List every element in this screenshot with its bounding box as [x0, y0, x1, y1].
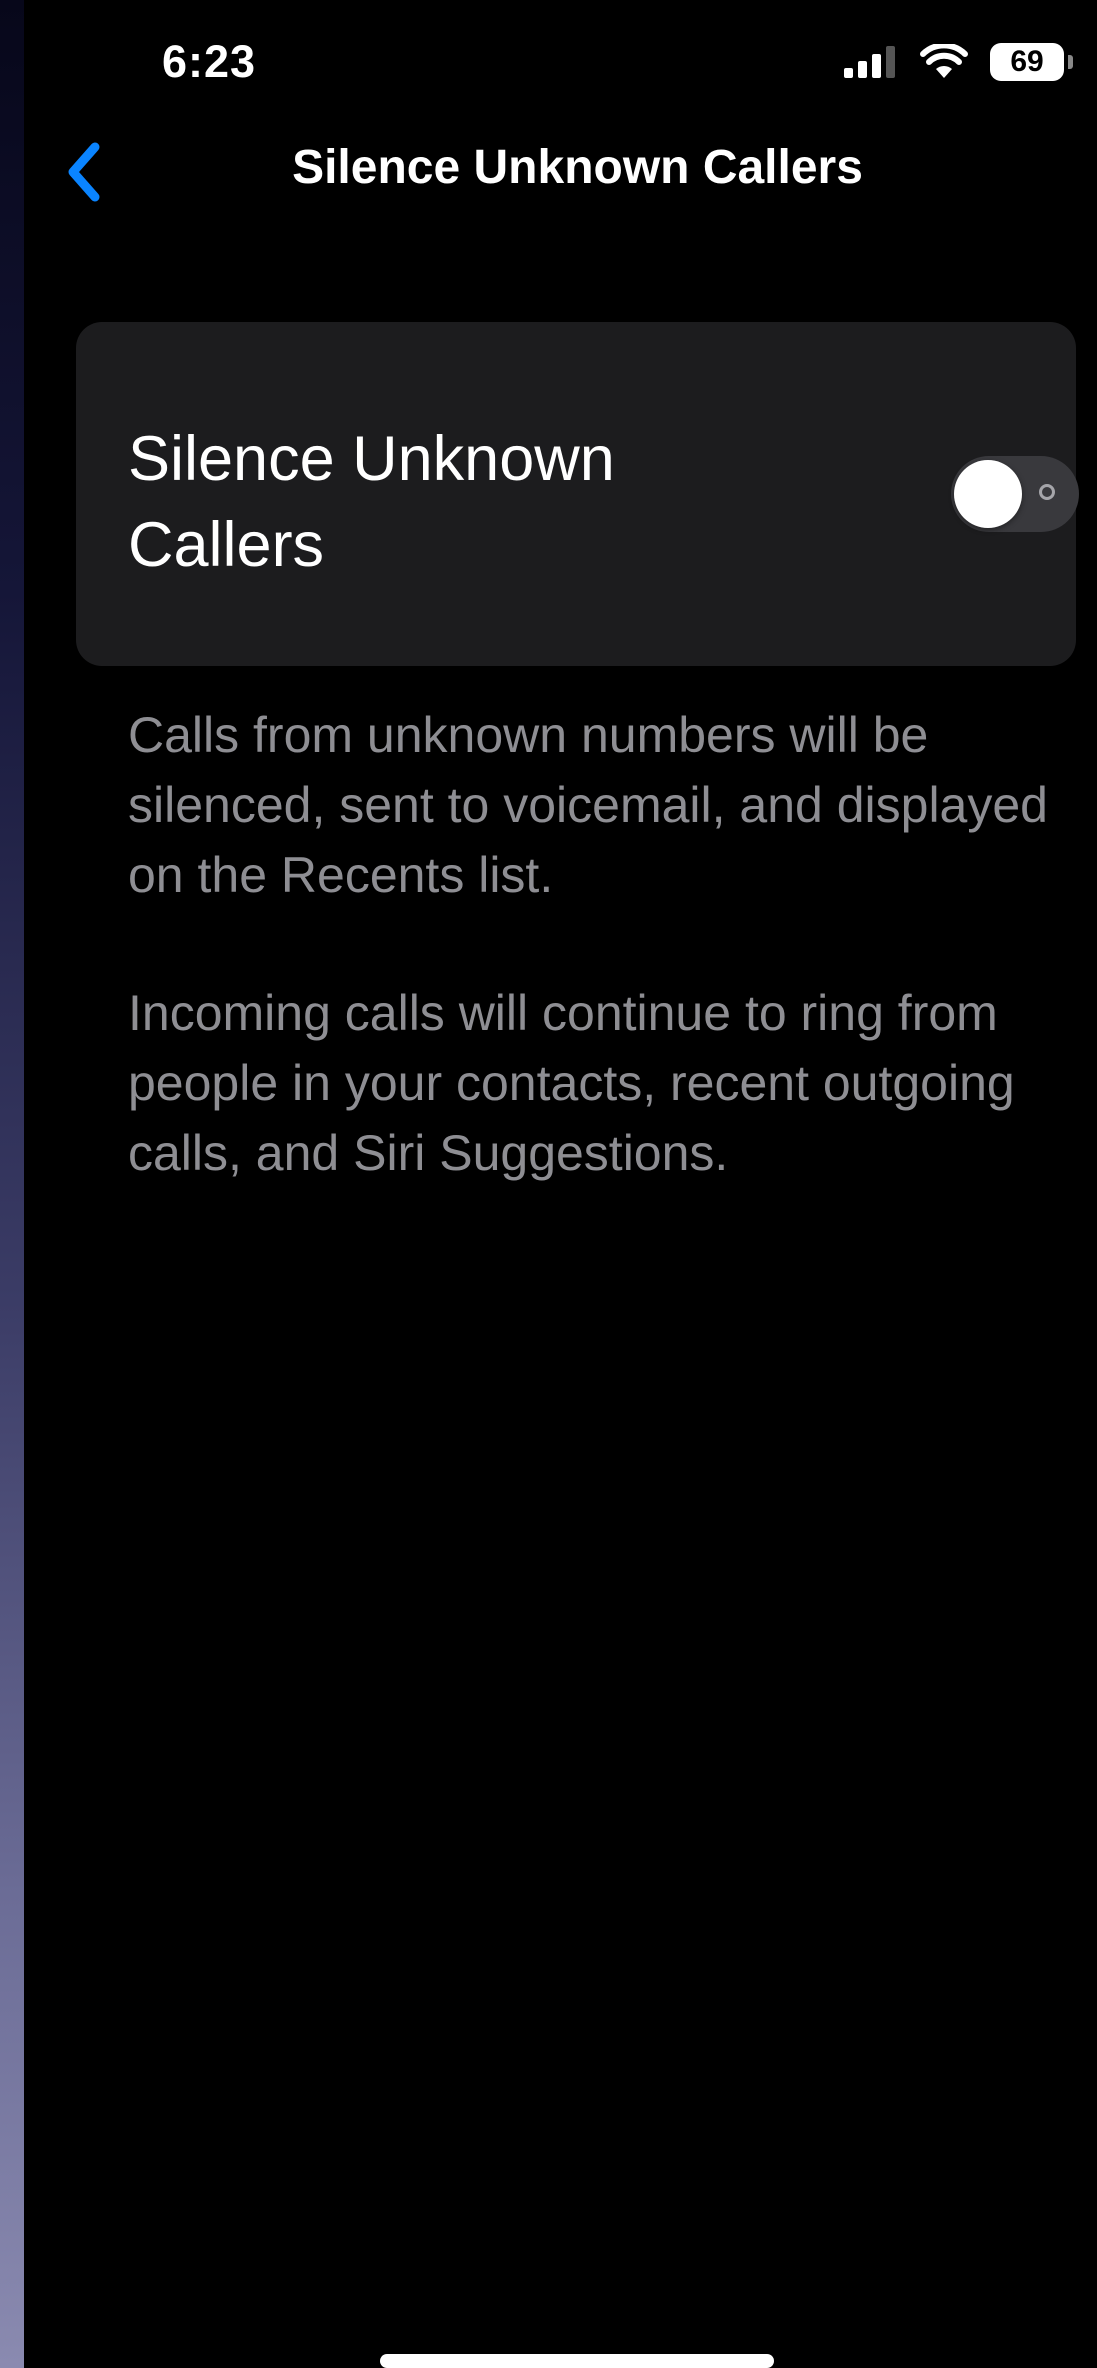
settings-card: Silence Unknown Callers — [76, 322, 1079, 666]
wifi-icon — [920, 44, 968, 78]
setting-label: Silence Unknown Callers — [128, 424, 615, 580]
status-time: 6:23 — [162, 36, 257, 87]
footer-description: Calls from unknown numbers will be silen… — [128, 707, 1048, 903]
silence-unknown-callers-toggle[interactable] — [951, 456, 1079, 532]
page-title: Silence Unknown Callers — [292, 141, 863, 194]
background-edge-strip — [0, 0, 24, 2368]
home-indicator[interactable] — [380, 2354, 774, 2368]
toggle-off-indicator-icon — [1039, 484, 1055, 500]
cellular-signal-icon — [844, 46, 895, 78]
battery-icon: 69 — [990, 43, 1073, 81]
toggle-knob — [954, 460, 1022, 528]
battery-level: 69 — [1010, 45, 1044, 78]
footer-note: Incoming calls will continue to ring fro… — [128, 985, 1015, 1181]
phone-screen: 6:23 69 Silence Unknown Callers Silence … — [24, 0, 1097, 2368]
status-icons: 69 — [844, 40, 1073, 84]
